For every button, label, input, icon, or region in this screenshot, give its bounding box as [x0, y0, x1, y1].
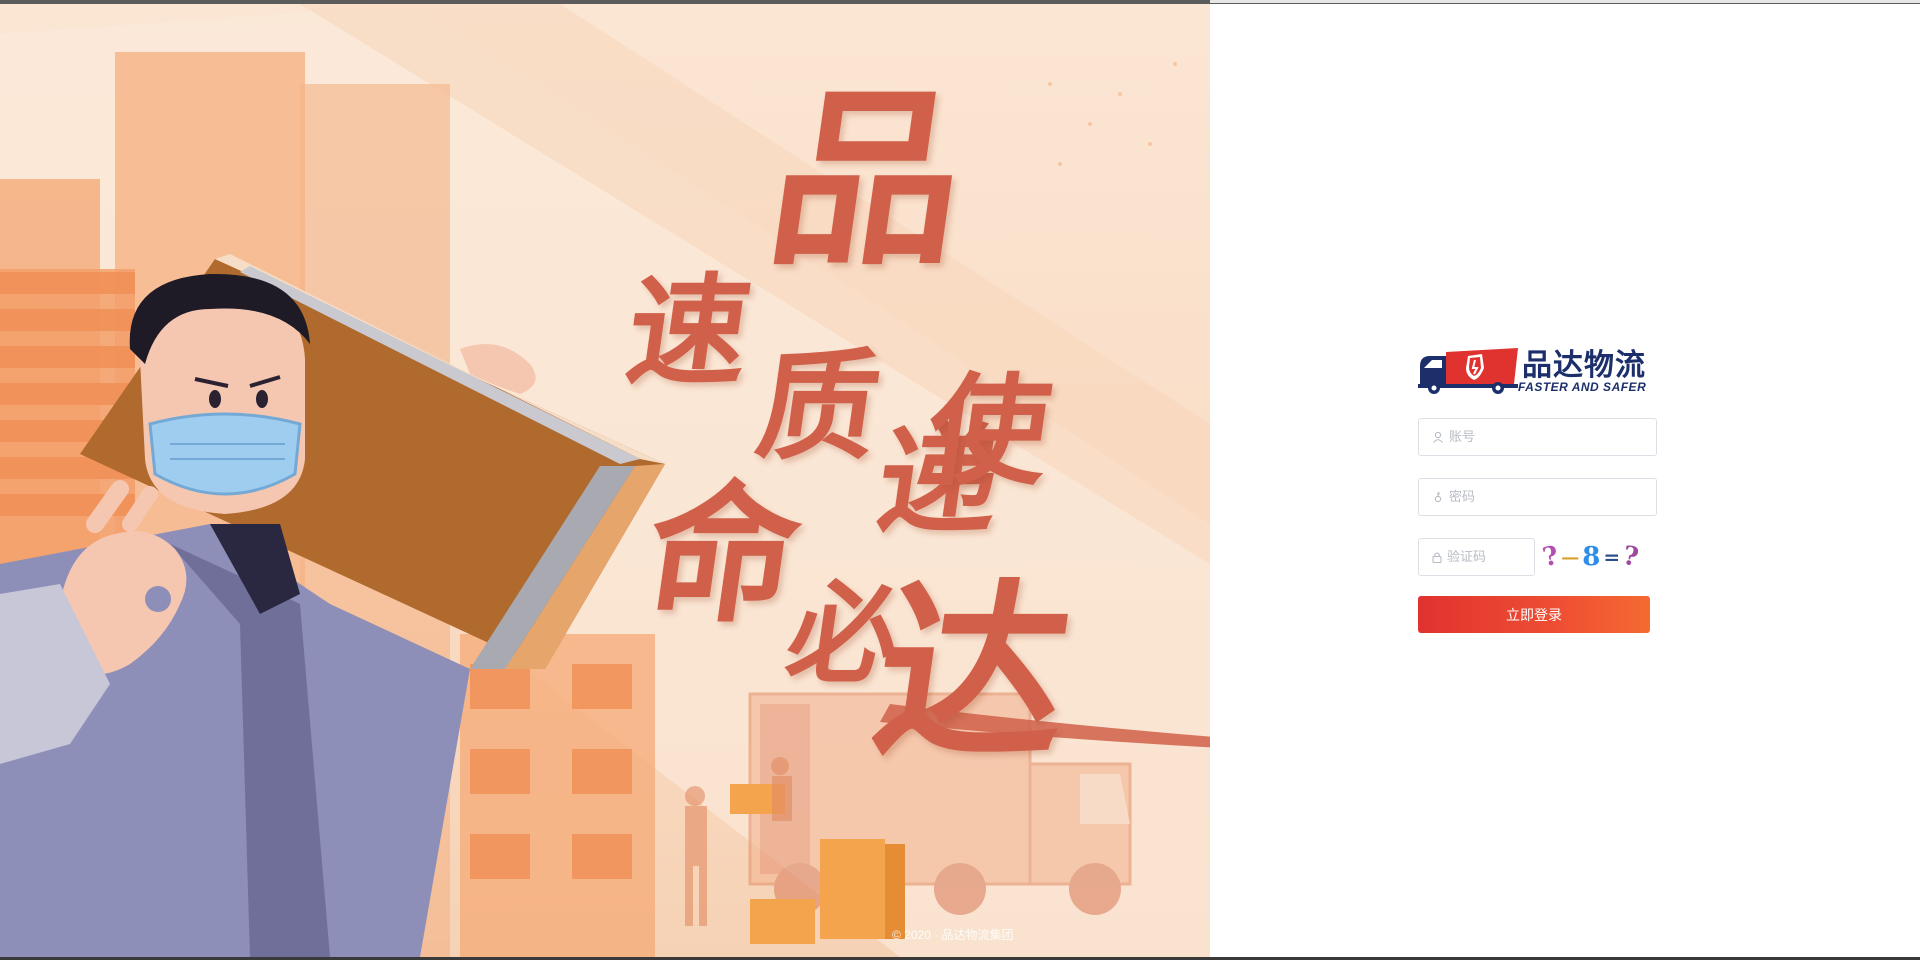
slogan-char-1: 品 [757, 68, 979, 291]
user-icon [1431, 430, 1445, 444]
captcha-field [1418, 538, 1617, 576]
slogan-char-5: 命 [635, 467, 811, 643]
captcha-char-4: = [1603, 545, 1621, 569]
password-field [1418, 478, 1657, 516]
truck-shield-logo-icon [1418, 348, 1518, 394]
slogan-char-7: 达 [862, 561, 1084, 784]
username-field [1418, 418, 1657, 456]
captcha-char-1: ? [1540, 540, 1562, 574]
slogan-char-2: 速 [618, 261, 759, 402]
brand-logo: 品达物流 FASTER AND SAFER [1418, 340, 1668, 400]
captcha-char-5: ? [1620, 540, 1641, 574]
captcha-image[interactable]: ? — 8 = ? [1540, 538, 1655, 576]
key-icon [1431, 490, 1445, 504]
window-top-border-light [1210, 0, 1920, 3]
captcha-char-3: 8 [1582, 542, 1601, 572]
login-button[interactable]: 立即登录 [1418, 596, 1650, 633]
brand-name: 品达物流 [1522, 348, 1646, 383]
captcha-char-2: — [1561, 546, 1580, 568]
copyright-text: © 2020 · 品达物流集团 [892, 928, 1014, 942]
username-input[interactable] [1449, 420, 1656, 454]
lock-icon [1431, 550, 1443, 564]
password-input[interactable] [1449, 480, 1656, 514]
brand-tagline: FASTER AND SAFER [1518, 380, 1647, 394]
slogan-char-8: 使 [918, 361, 1059, 502]
hero-illustration: 品 速 质 递 命 必 达 使 © 2020 · 品达物流集团 [0, 4, 1210, 957]
